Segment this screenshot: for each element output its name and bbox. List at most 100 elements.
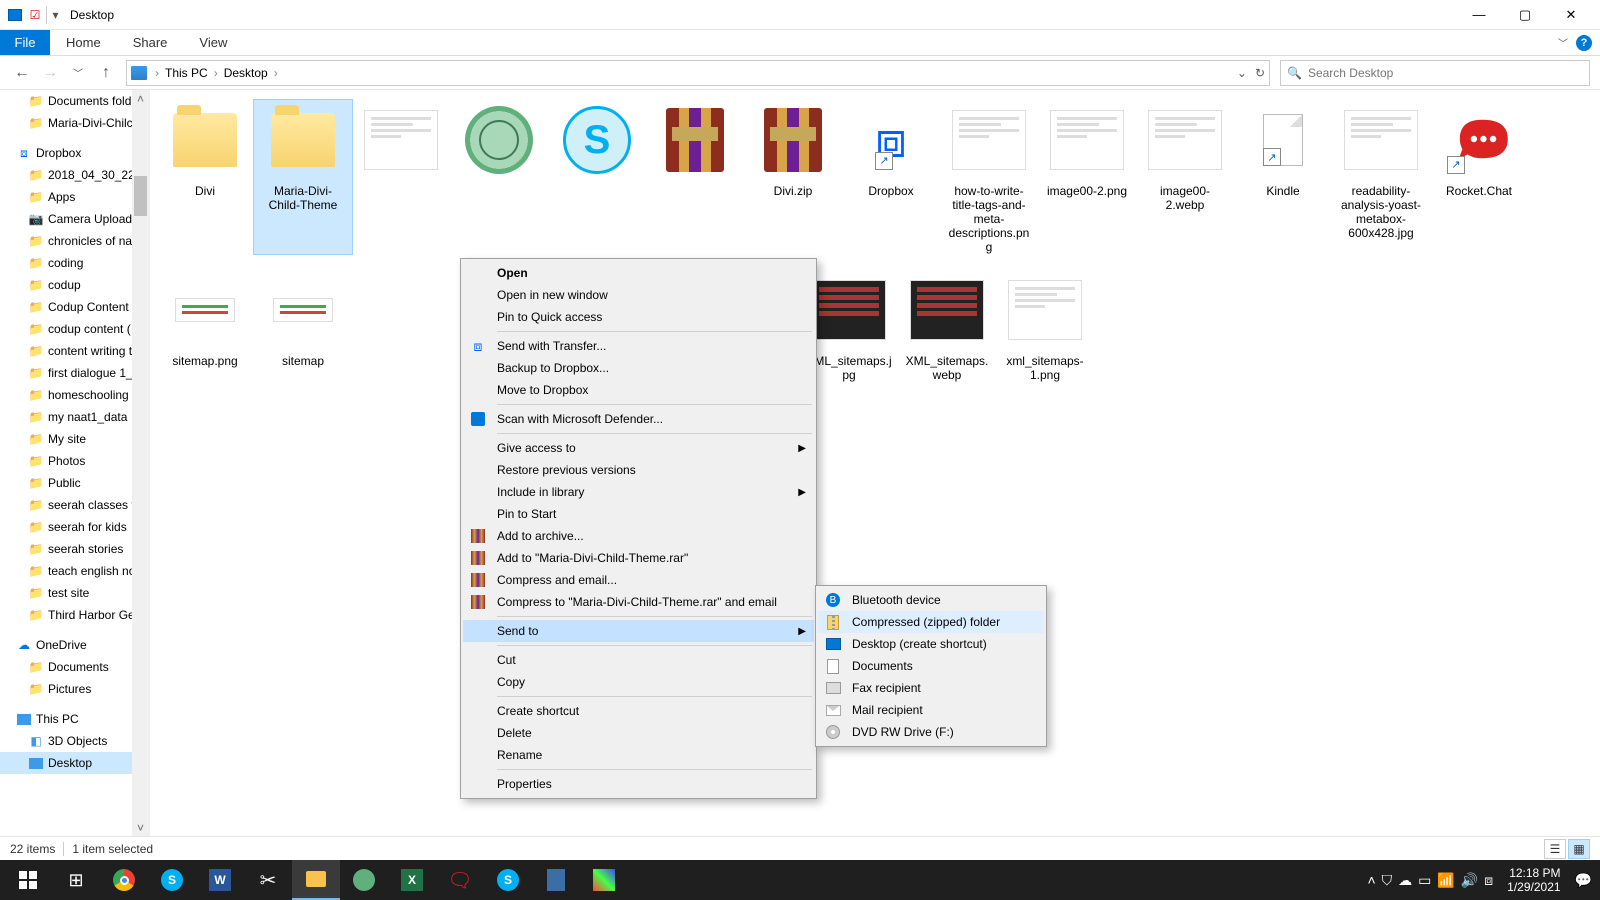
menu-item[interactable]: Backup to Dropbox... — [463, 357, 814, 379]
start-button[interactable] — [4, 860, 52, 900]
sidebar-item[interactable]: ◧3D Objects — [0, 730, 149, 752]
menu-item[interactable]: Add to "Maria-Divi-Child-Theme.rar" — [463, 547, 814, 569]
file-item[interactable]: readability-analysis-yoast-metabox-600x4… — [1332, 100, 1430, 254]
file-item[interactable] — [646, 100, 744, 254]
address-dropdown-icon[interactable]: ⌄ — [1237, 66, 1247, 80]
file-item[interactable]: sitemap.png — [156, 270, 254, 394]
back-button[interactable]: ← — [10, 61, 34, 85]
nav-pane[interactable]: 📁Documents fold📁Maria-Divi-Chilc⧈Dropbox… — [0, 90, 150, 836]
taskview-button[interactable]: ⊞ — [52, 860, 100, 900]
breadcrumb-chevron[interactable]: › — [272, 66, 280, 80]
tray-battery-icon[interactable]: ▭ — [1418, 872, 1431, 889]
notifications-icon[interactable]: 💬 — [1575, 872, 1592, 889]
calc-taskbar-icon[interactable] — [532, 860, 580, 900]
menu-item[interactable]: Rename — [463, 744, 814, 766]
submenu-item[interactable]: Compressed (zipped) folder — [818, 611, 1044, 633]
search-bar[interactable]: 🔍 — [1280, 60, 1590, 86]
submenu-item[interactable]: BBluetooth device — [818, 589, 1044, 611]
submenu-item[interactable]: Desktop (create shortcut) — [818, 633, 1044, 655]
sidebar-item[interactable]: 📁seerah classes fo — [0, 494, 149, 516]
breadcrumb-chevron[interactable]: › — [212, 66, 220, 80]
submenu-item[interactable]: Fax recipient — [818, 677, 1044, 699]
sidebar-item[interactable]: This PC — [0, 708, 149, 730]
sidebar-item[interactable]: 📁first dialogue 1_c — [0, 362, 149, 384]
tray-volume-icon[interactable]: 🔊 — [1461, 872, 1478, 889]
menu-item[interactable]: Cut — [463, 649, 814, 671]
sidebar-item[interactable]: 📁Pictures — [0, 678, 149, 700]
ribbon-expand-icon[interactable]: ﹀ — [1558, 35, 1568, 50]
sidebar-item[interactable]: 📁seerah for kids — [0, 516, 149, 538]
tray-dropbox-icon[interactable]: ⧈ — [1484, 872, 1493, 889]
sidebar-item[interactable]: Desktop — [0, 752, 149, 774]
menu-item[interactable]: Move to Dropbox — [463, 379, 814, 401]
search-input[interactable] — [1308, 66, 1583, 80]
maximize-button[interactable]: ▢ — [1502, 0, 1548, 30]
ribbon-home-tab[interactable]: Home — [50, 30, 117, 55]
skype-taskbar-icon[interactable]: S — [148, 860, 196, 900]
file-view[interactable]: DiviMaria-Divi-Child-Theme S Divi.zip⧈↗Dro… — [150, 90, 1600, 836]
sidebar-item[interactable]: 📁2018_04_30_22_5 — [0, 164, 149, 186]
forward-button[interactable]: → — [38, 61, 62, 85]
sidebar-item[interactable]: 📁Photos — [0, 450, 149, 472]
sendto-submenu[interactable]: BBluetooth deviceCompressed (zipped) fol… — [815, 585, 1047, 747]
sidebar-item[interactable]: 📁teach english no — [0, 560, 149, 582]
sidebar-item[interactable]: 📁test site — [0, 582, 149, 604]
file-item[interactable]: sitemap — [254, 270, 352, 394]
context-menu[interactable]: OpenOpen in new windowPin to Quick acces… — [460, 258, 817, 799]
menu-item[interactable]: Give access to▶ — [463, 437, 814, 459]
sidebar-item[interactable]: 📁Apps — [0, 186, 149, 208]
sidebar-item[interactable]: 📁My site — [0, 428, 149, 450]
sidebar-item[interactable]: 📁my naat1_data — [0, 406, 149, 428]
minimize-button[interactable]: — — [1456, 0, 1502, 30]
icons-view-button[interactable]: ▦ — [1568, 839, 1590, 859]
menu-item[interactable]: Send to▶ — [463, 620, 814, 642]
file-item[interactable]: ↗Rocket.Chat — [1430, 100, 1528, 254]
word-taskbar-icon[interactable]: W — [196, 860, 244, 900]
file-item[interactable]: Maria-Divi-Child-Theme — [254, 100, 352, 254]
sidebar-item[interactable]: 📁codup content ( — [0, 318, 149, 340]
properties-icon[interactable]: ☑ — [26, 6, 44, 24]
menu-item[interactable]: Delete — [463, 722, 814, 744]
menu-item[interactable]: Pin to Start — [463, 503, 814, 525]
address-bar[interactable]: › This PC › Desktop › ⌄ ↻ — [126, 60, 1270, 86]
menu-item[interactable]: Scan with Microsoft Defender... — [463, 408, 814, 430]
file-item[interactable]: how-to-write-title-tags-and-meta-descrip… — [940, 100, 1038, 254]
file-item[interactable]: image00-2.webp — [1136, 100, 1234, 254]
menu-item[interactable]: Open in new window — [463, 284, 814, 306]
rocketchat-taskbar-icon[interactable]: 🗨 — [436, 860, 484, 900]
tray-wifi-icon[interactable]: 📶 — [1437, 872, 1454, 889]
atom-taskbar-icon[interactable] — [340, 860, 388, 900]
sidebar-item[interactable]: 📁Public — [0, 472, 149, 494]
tray-overflow-icon[interactable]: ˄ — [1367, 872, 1375, 888]
explorer-taskbar-icon[interactable] — [292, 860, 340, 900]
file-item[interactable]: Divi.zip — [744, 100, 842, 254]
breadcrumb-thispc[interactable]: This PC — [161, 66, 212, 80]
excel-taskbar-icon[interactable]: X — [388, 860, 436, 900]
sidebar-item[interactable]: 📁content writing t — [0, 340, 149, 362]
ribbon-file-tab[interactable]: File — [0, 30, 50, 55]
submenu-item[interactable]: DVD RW Drive (F:) — [818, 721, 1044, 743]
file-item[interactable]: S — [548, 100, 646, 254]
menu-item[interactable]: Copy — [463, 671, 814, 693]
help-icon[interactable]: ? — [1576, 35, 1592, 51]
menu-item[interactable]: Create shortcut — [463, 700, 814, 722]
menu-item[interactable]: Properties — [463, 773, 814, 795]
qat-dropdown-icon[interactable]: ▾ — [46, 6, 64, 24]
sidebar-scrollbar[interactable]: ˄ ˅ — [132, 90, 149, 836]
tray-onedrive-icon[interactable]: ☁ — [1398, 872, 1412, 889]
sidebar-item[interactable]: 📁chronicles of nar — [0, 230, 149, 252]
skype-alt-taskbar-icon[interactable]: S — [484, 860, 532, 900]
submenu-item[interactable]: Mail recipient — [818, 699, 1044, 721]
menu-item[interactable]: Restore previous versions — [463, 459, 814, 481]
close-button[interactable]: ✕ — [1548, 0, 1594, 30]
sidebar-item[interactable]: 📁Codup Content — [0, 296, 149, 318]
menu-item[interactable]: Compress to "Maria-Divi-Child-Theme.rar"… — [463, 591, 814, 613]
menu-item[interactable]: Open — [463, 262, 814, 284]
sidebar-item[interactable]: 📁coding — [0, 252, 149, 274]
misc-taskbar-icon[interactable] — [580, 860, 628, 900]
file-item[interactable]: Divi — [156, 100, 254, 254]
ribbon-share-tab[interactable]: Share — [117, 30, 184, 55]
menu-item[interactable]: ⧈Send with Transfer... — [463, 335, 814, 357]
file-item[interactable]: ⧈↗Dropbox — [842, 100, 940, 254]
refresh-icon[interactable]: ↻ — [1255, 66, 1265, 80]
